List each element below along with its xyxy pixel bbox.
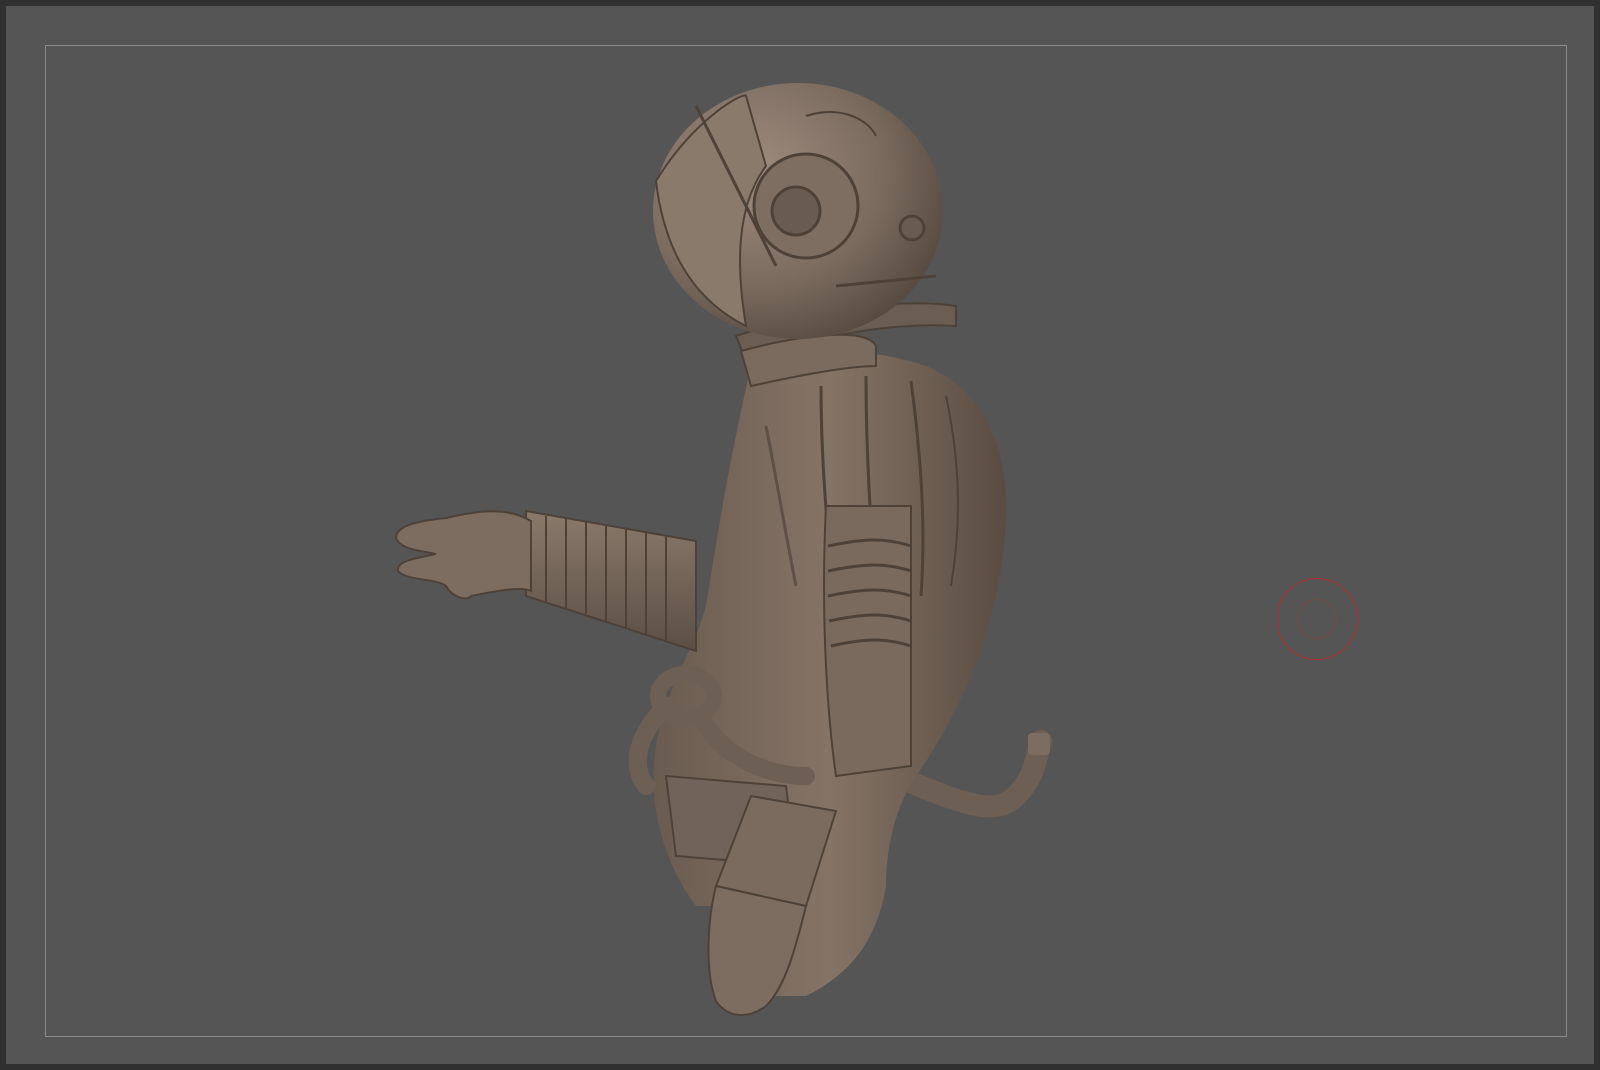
astronaut-sculpt-model[interactable]: [6, 6, 1594, 1064]
brush-falloff-ring: [1297, 599, 1337, 639]
extended-arm: [394, 509, 697, 653]
3d-viewport[interactable]: [6, 6, 1594, 1064]
upper-arm: [823, 505, 912, 778]
brush-cursor: [1276, 578, 1358, 660]
helmet: [653, 83, 943, 339]
app-window: [0, 0, 1600, 1070]
